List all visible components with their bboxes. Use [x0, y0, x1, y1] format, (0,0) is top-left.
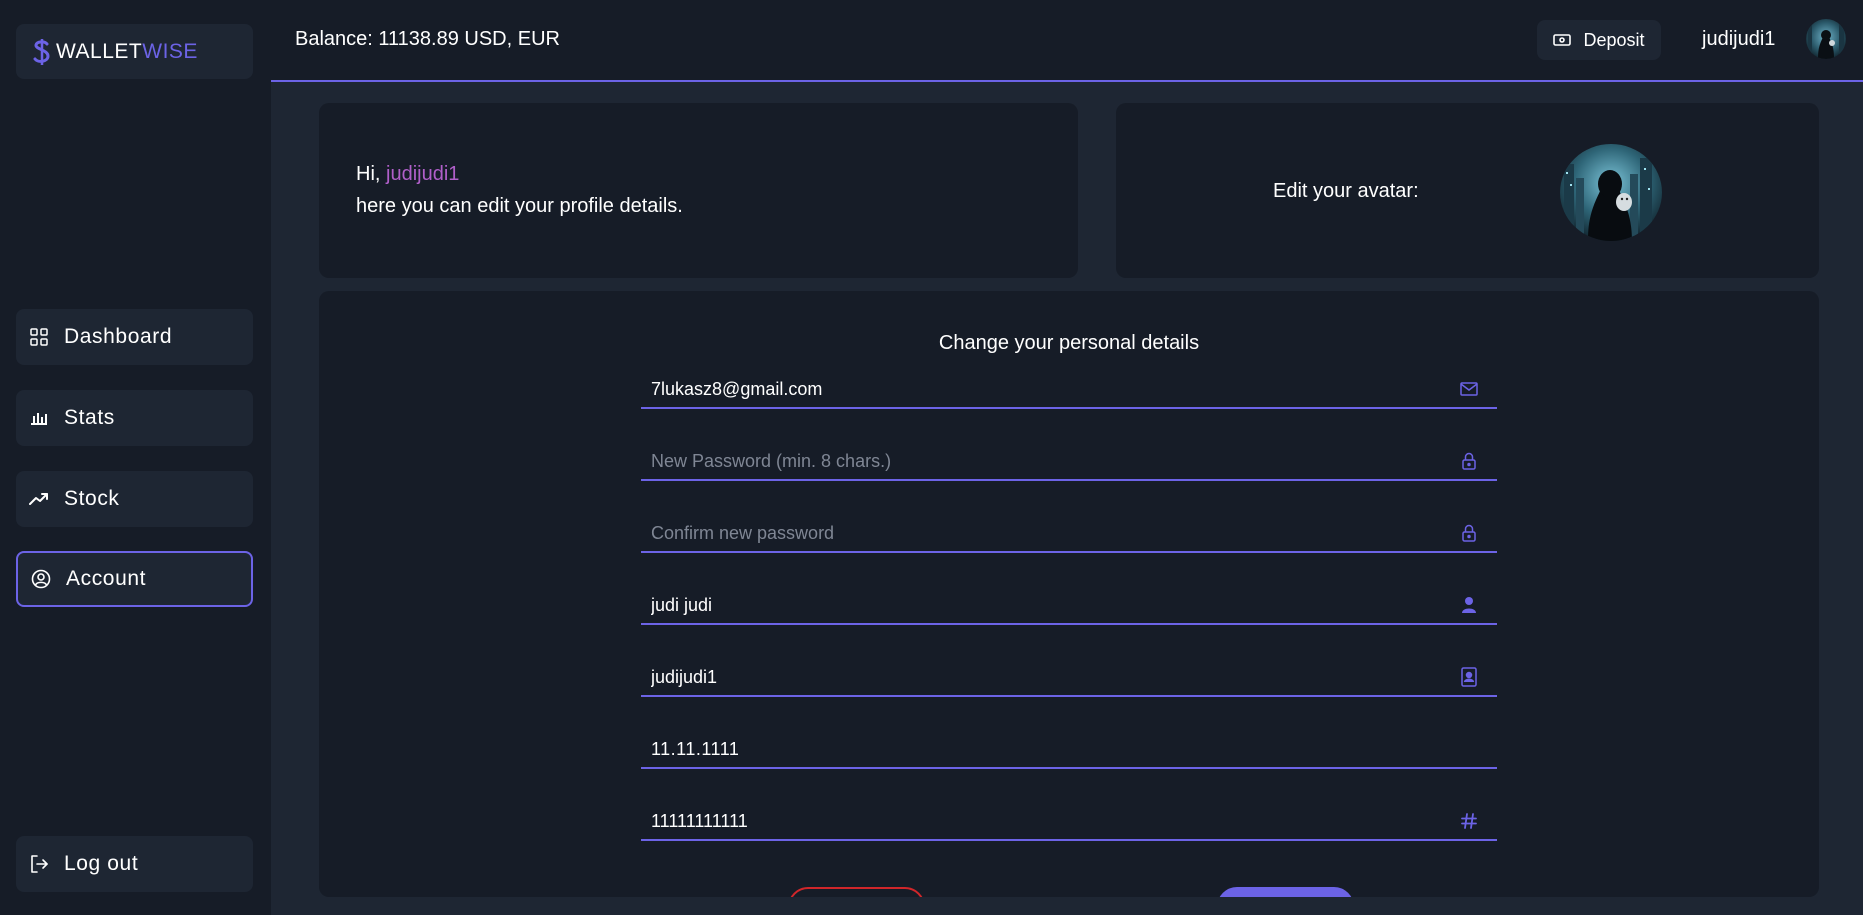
trending-up-icon [28, 488, 50, 510]
greeting-line: Hi, judijudi1 [356, 163, 459, 186]
edit-avatar-image[interactable] [1560, 144, 1662, 241]
balance-display: Balance: 11138.89 USD, EUR [295, 28, 560, 50]
email-field-wrapper [641, 371, 1497, 409]
avatar-card: Edit your avatar: [1116, 103, 1819, 278]
user-circle-icon [30, 568, 52, 590]
greeting-card: Hi, judijudi1 here you can edit your pro… [319, 103, 1078, 278]
email-field[interactable] [651, 371, 1451, 407]
form-title: Change your personal details [938, 332, 1200, 354]
logout-label: Log out [64, 852, 139, 875]
full-name-field-wrapper [641, 587, 1497, 625]
mail-icon [1459, 379, 1479, 399]
sidebar-item-account[interactable]: Account [16, 551, 253, 607]
person-icon [1459, 595, 1479, 615]
new-password-field[interactable] [651, 443, 1451, 479]
sidebar-item-label: Dashboard [64, 325, 173, 348]
birth-date-field[interactable] [651, 731, 1451, 767]
top-bar: Balance: 11138.89 USD, EUR Deposit judij… [271, 0, 1863, 82]
lock-icon [1459, 523, 1479, 543]
logout-icon [28, 853, 50, 875]
bar-chart-icon [28, 407, 50, 429]
page-bottom-area [271, 897, 1863, 915]
header-username[interactable]: judijudi1 [1702, 28, 1775, 51]
confirm-password-field[interactable] [651, 515, 1451, 551]
brand-name-part2: WISE [142, 39, 198, 63]
sidebar-item-stats[interactable]: Stats [16, 390, 253, 446]
deposit-button[interactable]: Deposit [1537, 20, 1661, 60]
sidebar-item-label: Stock [64, 487, 120, 510]
dollar-icon [33, 38, 50, 65]
phone-field[interactable] [651, 803, 1451, 839]
hash-icon [1459, 811, 1479, 831]
deposit-label: Deposit [1583, 29, 1645, 50]
sidebar-item-label: Stats [64, 406, 115, 429]
username-field-wrapper [641, 659, 1497, 697]
sidebar: WALLET WISE Dashboard Stats Stock Accoun… [0, 0, 271, 915]
lock-icon [1459, 451, 1479, 471]
phone-field-wrapper [641, 803, 1497, 841]
sidebar-item-stock[interactable]: Stock [16, 471, 253, 527]
greeting-username: judijudi1 [386, 163, 460, 185]
avatar[interactable] [1806, 19, 1846, 59]
username-field[interactable] [651, 659, 1451, 695]
greeting-subtitle: here you can edit your profile details. [356, 195, 683, 217]
brand-logo[interactable]: WALLET WISE [16, 24, 253, 79]
full-name-field[interactable] [651, 587, 1451, 623]
contact-book-icon [1459, 667, 1479, 687]
birth-date-field-wrapper [641, 731, 1497, 769]
sidebar-item-dashboard[interactable]: Dashboard [16, 309, 253, 365]
personal-details-card: Change your personal details [319, 291, 1819, 915]
edit-avatar-label: Edit your avatar: [1273, 180, 1419, 202]
sidebar-item-label: Account [66, 567, 147, 590]
grid-icon [28, 326, 50, 348]
confirm-password-field-wrapper [641, 515, 1497, 553]
new-password-field-wrapper [641, 443, 1497, 481]
logout-button[interactable]: Log out [16, 836, 253, 892]
cash-icon [1553, 34, 1572, 46]
brand-name-part1: WALLET [56, 39, 143, 63]
greeting-hi: Hi, [356, 163, 386, 185]
